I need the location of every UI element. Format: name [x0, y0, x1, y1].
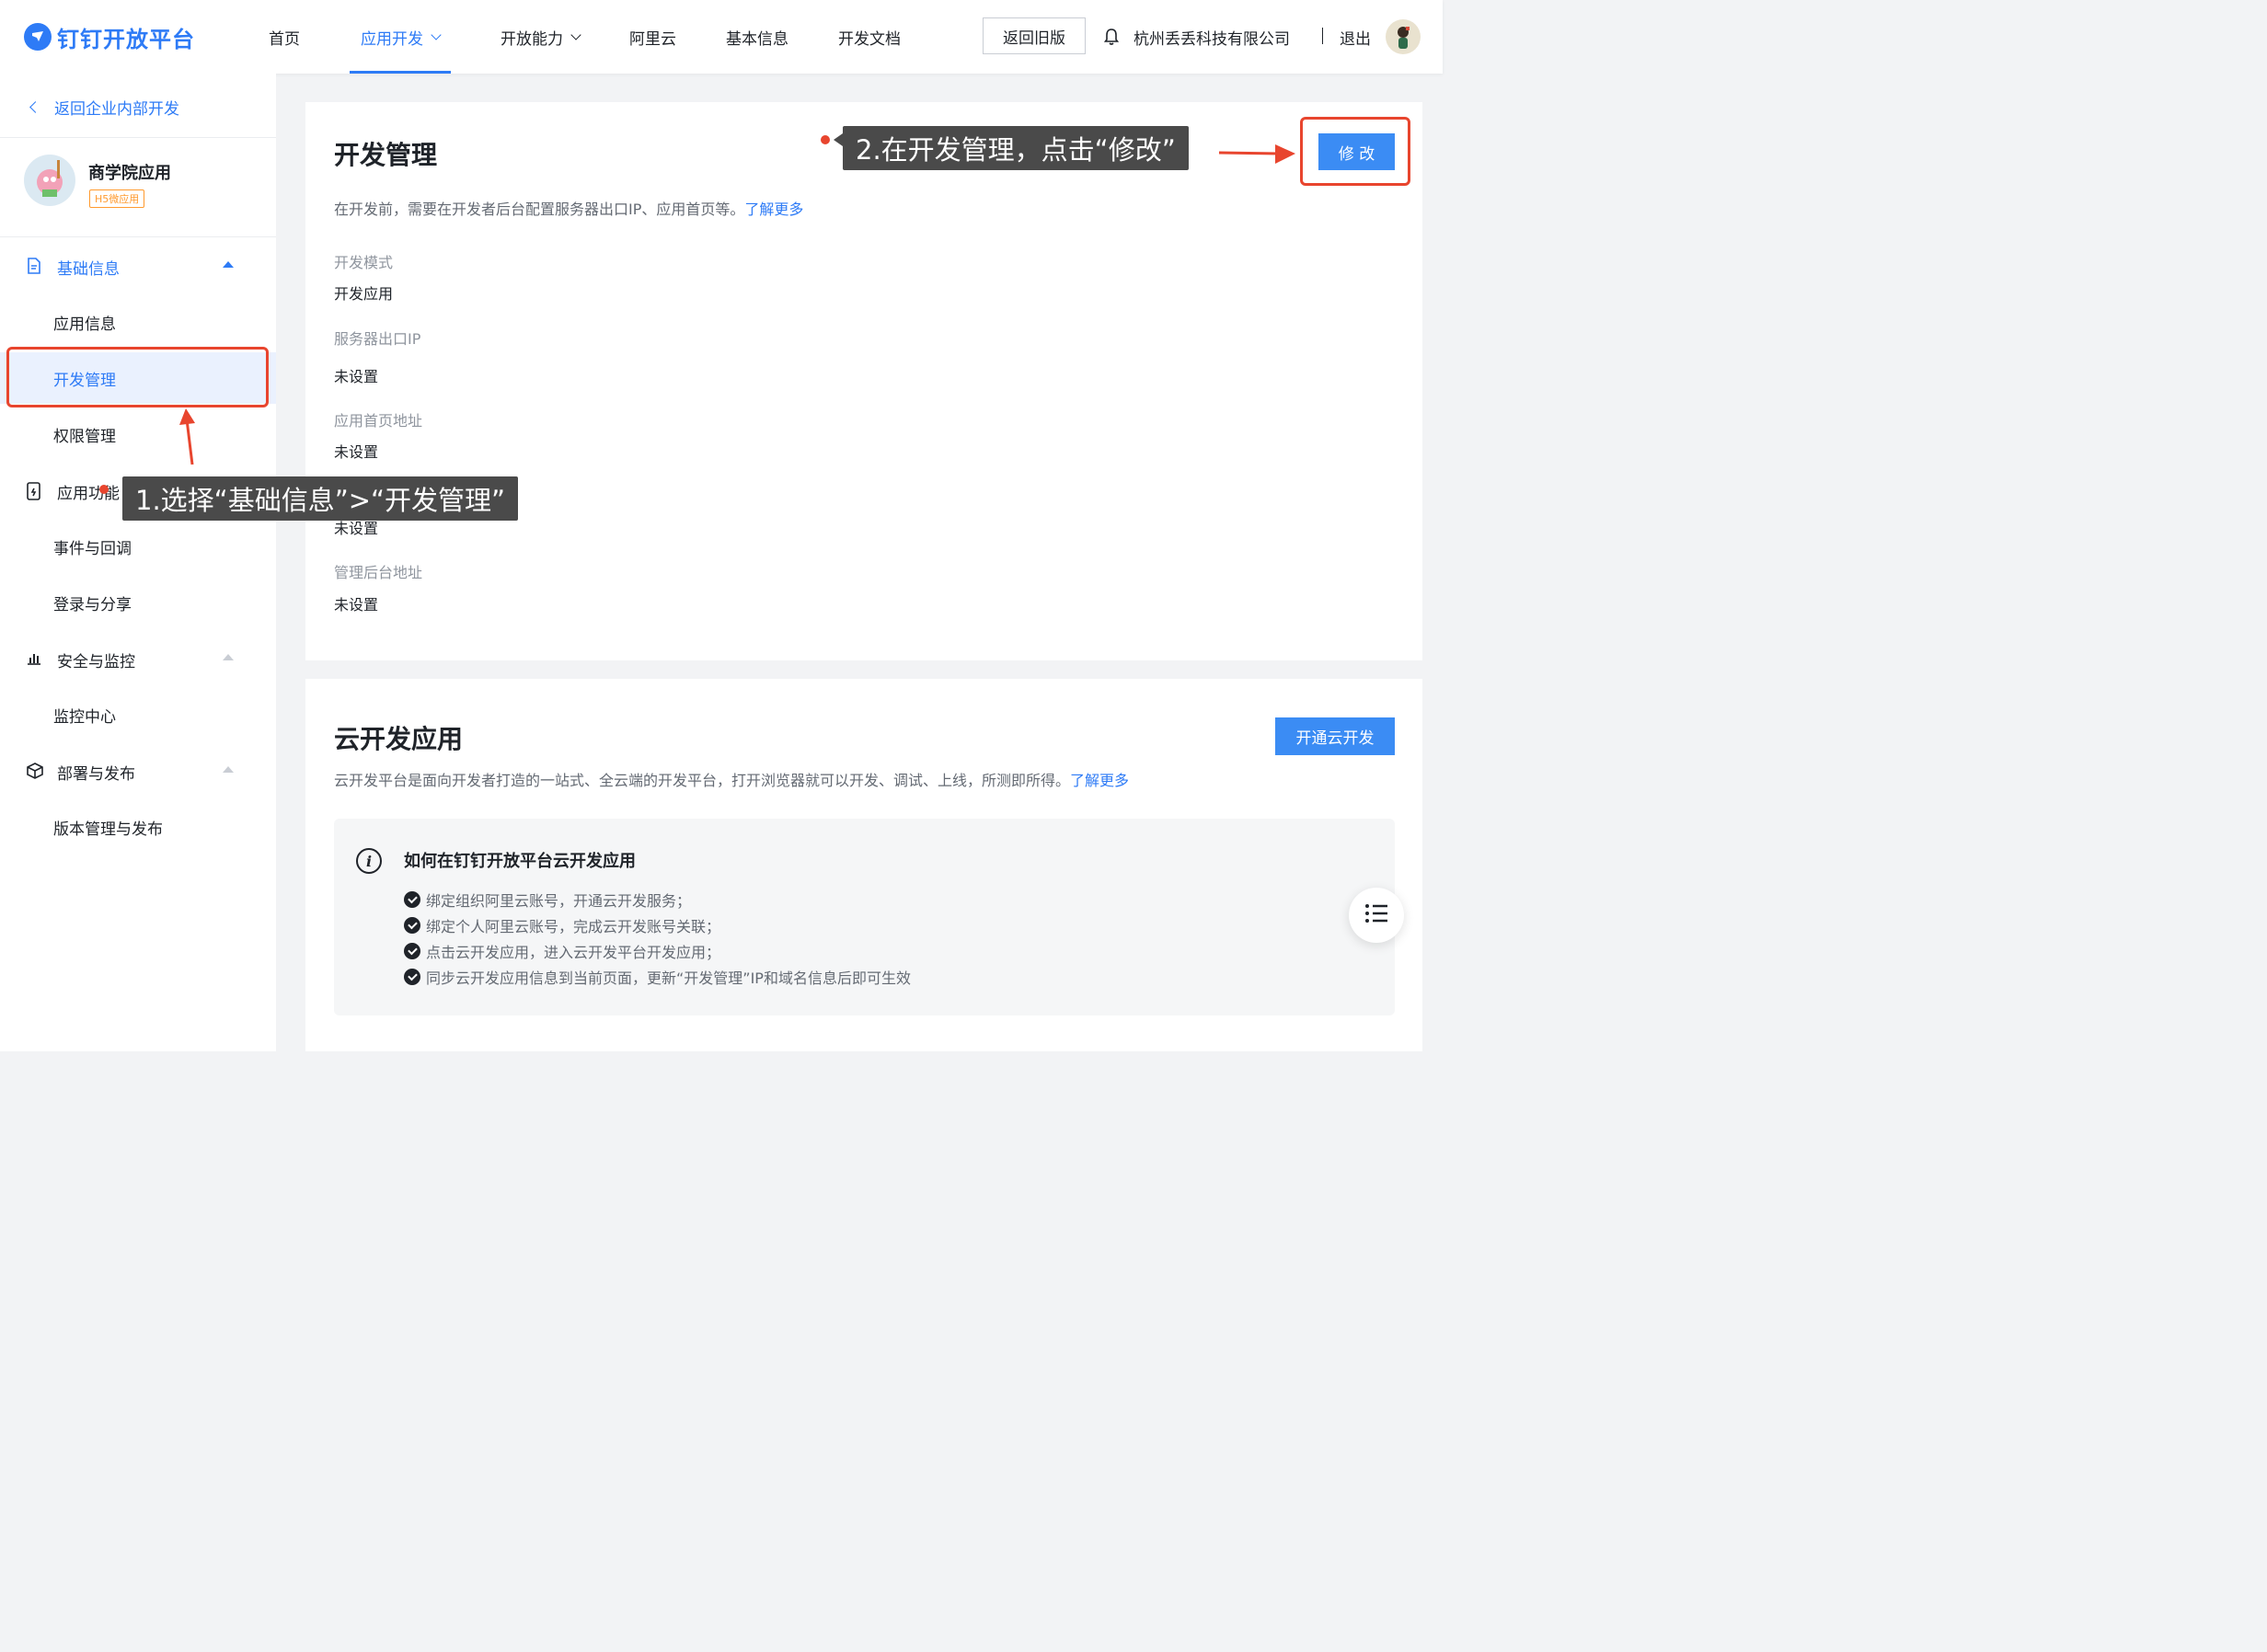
annotation-callout-step1: 1.选择“基础信息”>“开发管理” — [122, 476, 519, 521]
annotation-dot — [821, 135, 830, 144]
annotation-callout-step2: 2.在开发管理，点击“修改” — [843, 126, 1189, 170]
annotation-arrows — [179, 133, 1295, 465]
annotation-dot — [99, 485, 109, 494]
